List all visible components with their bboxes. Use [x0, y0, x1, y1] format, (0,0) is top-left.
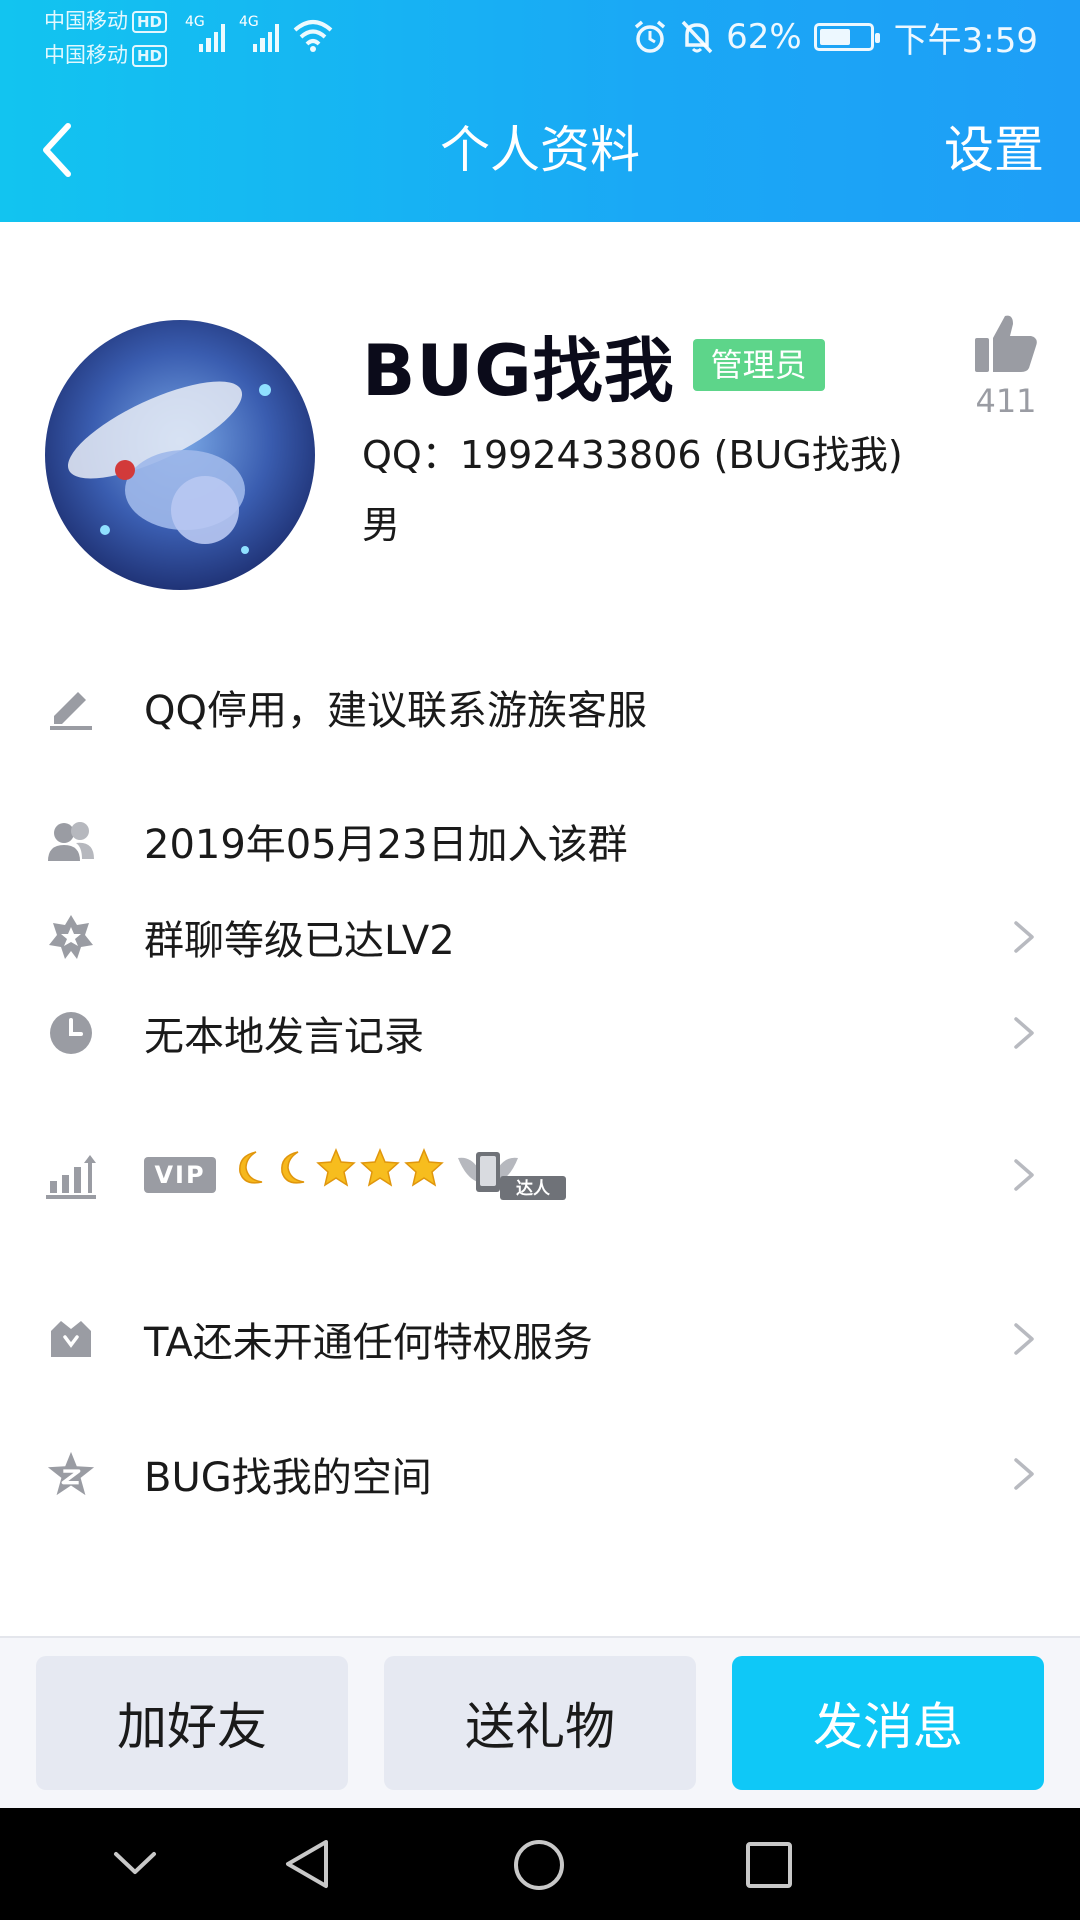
- avatar[interactable]: [45, 320, 315, 590]
- carrier-2: 中国移动 HD: [44, 42, 168, 68]
- system-nav-bar: [0, 1808, 1080, 1920]
- name-row: BUG找我 管理员: [362, 320, 825, 412]
- add-friend-button[interactable]: 加好友: [36, 1656, 348, 1790]
- chevron-right-icon: [1014, 1458, 1034, 1490]
- vip-badge: VIP: [144, 1157, 216, 1193]
- privilege-row[interactable]: TA还未开通任何特权服务: [0, 1294, 1080, 1384]
- signature-row[interactable]: QQ停用，建议联系游族客服: [0, 662, 1080, 752]
- like-count: 411: [975, 382, 1037, 420]
- space-text: BUG找我的空间: [144, 1455, 432, 1501]
- recents-square-icon[interactable]: [744, 1840, 794, 1890]
- level-chart-icon: [46, 1151, 96, 1199]
- group-level-row[interactable]: 群聊等级已达LV2: [0, 892, 1080, 982]
- chevron-right-icon: [1014, 921, 1034, 953]
- talent-label: 达人: [516, 1178, 551, 1199]
- speech-record-text: 无本地发言记录: [144, 1014, 424, 1060]
- gender: 男: [362, 503, 401, 547]
- send-message-button[interactable]: 发消息: [732, 1656, 1044, 1790]
- chevron-down-icon[interactable]: [112, 1848, 158, 1878]
- star-icon: [316, 1148, 356, 1187]
- signal-strength-icon: 4G: [239, 14, 279, 52]
- space-row[interactable]: BUG找我的空间: [0, 1429, 1080, 1519]
- like-button[interactable]: 411: [966, 312, 1046, 420]
- signature-text: QQ停用，建议联系游族客服: [144, 688, 647, 734]
- battery-icon: [813, 23, 880, 51]
- crown-icon: [46, 1315, 96, 1363]
- role-badge: 管理员: [692, 339, 825, 391]
- alarm-icon: [634, 20, 666, 53]
- speech-record-row[interactable]: 无本地发言记录: [0, 988, 1080, 1078]
- network-type-label: 4G: [239, 14, 259, 30]
- action-bar: 加好友 送礼物 发消息: [0, 1636, 1080, 1808]
- qq-number: QQ：1992433806 (BUG找我): [362, 433, 903, 477]
- clock: 下午3:59: [893, 20, 1038, 61]
- carrier-1: 中国移动 HD: [44, 8, 168, 34]
- status-bar: 中国移动 HD 中国移动 HD 4G 4G 62% 下午3:59: [0, 0, 1080, 80]
- header: 中国移动 HD 中国移动 HD 4G 4G 62% 下午3:59 个人资料 设置: [0, 0, 1080, 222]
- mute-icon: [681, 20, 713, 54]
- qq-level-icons: [232, 1148, 444, 1188]
- star-icon: [404, 1148, 444, 1187]
- send-gift-button[interactable]: 送礼物: [384, 1656, 696, 1790]
- hd-badge-1: HD: [132, 11, 168, 33]
- signal-indicators: 4G 4G: [185, 14, 333, 52]
- avatar-image: [45, 320, 315, 590]
- hd-badge-2: HD: [132, 45, 168, 67]
- chevron-right-icon: [1014, 1017, 1034, 1049]
- network-type-label: 4G: [185, 14, 205, 30]
- nav-bar: 个人资料 设置: [0, 100, 1080, 200]
- status-right: 62% 下午3:59: [632, 14, 1038, 61]
- join-date-row: 2019年05月23日加入该群: [0, 796, 1080, 886]
- chevron-right-icon: [1014, 1323, 1034, 1355]
- edit-pencil-icon: [46, 683, 96, 731]
- wifi-icon: [293, 20, 333, 52]
- group-level-text: 群聊等级已达LV2: [144, 918, 455, 964]
- talent-badge: 达人: [456, 1148, 568, 1202]
- privilege-text: TA还未开通任何特权服务: [144, 1320, 593, 1366]
- badge-star-icon: [46, 913, 96, 961]
- moon-icon: [239, 1151, 263, 1184]
- thumbs-up-icon: [975, 315, 1037, 372]
- home-circle-icon[interactable]: [512, 1838, 566, 1892]
- signal-strength-icon: 4G: [185, 14, 225, 52]
- profile-name: BUG找我: [362, 329, 675, 412]
- battery-fill: [819, 29, 850, 45]
- join-date-text: 2019年05月23日加入该群: [144, 822, 628, 868]
- settings-button[interactable]: 设置: [944, 118, 1044, 182]
- qzone-star-icon: [46, 1450, 96, 1498]
- carrier-1-label: 中国移动: [44, 9, 128, 33]
- star-icon: [360, 1148, 400, 1187]
- battery-percent: 62%: [726, 17, 802, 57]
- clock-icon: [46, 1009, 96, 1057]
- page-title: 个人资料: [440, 121, 640, 179]
- members-icon: [46, 817, 96, 865]
- carrier-2-label: 中国移动: [44, 43, 128, 67]
- back-triangle-icon[interactable]: [282, 1838, 332, 1890]
- moon-icon: [281, 1151, 305, 1184]
- chevron-right-icon: [1014, 1159, 1034, 1191]
